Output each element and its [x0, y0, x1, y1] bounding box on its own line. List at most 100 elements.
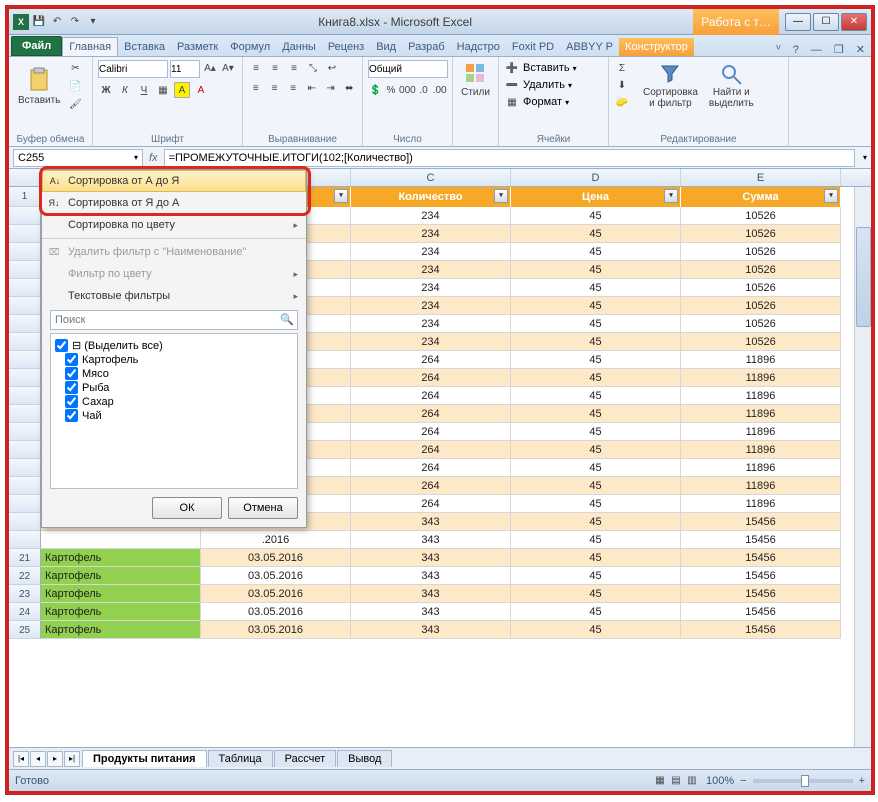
currency-icon[interactable]: 💲 [368, 82, 382, 98]
filter-checkbox-item[interactable]: Рыба [65, 381, 293, 394]
wrap-text-icon[interactable]: ↩ [324, 60, 340, 76]
cell-sum[interactable]: 15456 [681, 567, 841, 585]
cell-sum[interactable]: 10526 [681, 279, 841, 297]
row-header[interactable]: 24 [9, 603, 41, 621]
cell-qty[interactable]: 264 [351, 423, 511, 441]
cell-price[interactable]: 45 [511, 315, 681, 333]
minimize-button[interactable]: — [785, 13, 811, 31]
cell-sum[interactable]: 11896 [681, 351, 841, 369]
tab-addins[interactable]: Надстро [451, 38, 506, 56]
cell-price[interactable]: 45 [511, 603, 681, 621]
filter-checkbox-item[interactable]: ⊟ (Выделить все) [55, 339, 293, 352]
cell-price[interactable]: 45 [511, 495, 681, 513]
merge-icon[interactable]: ⬌ [341, 80, 357, 96]
row-header[interactable] [9, 387, 41, 405]
cell-date[interactable]: 03.05.2016 [201, 549, 351, 567]
table-row[interactable]: 22Картофель03.05.20163434515456 [9, 567, 871, 585]
tab-layout[interactable]: Разметк [171, 38, 224, 56]
cell-price[interactable]: 45 [511, 477, 681, 495]
bold-button[interactable]: Ж [98, 82, 114, 98]
cell-price[interactable]: 45 [511, 243, 681, 261]
number-format-combo[interactable] [368, 60, 448, 78]
cell-price[interactable]: 45 [511, 207, 681, 225]
styles-button[interactable]: Стили [458, 60, 493, 100]
cell-sum[interactable]: 11896 [681, 405, 841, 423]
table-row[interactable]: 24Картофель03.05.20163434515456 [9, 603, 871, 621]
cell-qty[interactable]: 343 [351, 585, 511, 603]
align-left-icon[interactable]: ≡ [248, 80, 264, 96]
cell-qty[interactable]: 234 [351, 279, 511, 297]
cell-price[interactable]: 45 [511, 225, 681, 243]
cell-qty[interactable]: 343 [351, 621, 511, 639]
cell-qty[interactable]: 343 [351, 549, 511, 567]
cell-qty[interactable]: 264 [351, 387, 511, 405]
cell-sum[interactable]: 10526 [681, 333, 841, 351]
row-header[interactable] [9, 459, 41, 477]
row-header[interactable]: 25 [9, 621, 41, 639]
table-row[interactable]: 23Картофель03.05.20163434515456 [9, 585, 871, 603]
paste-button[interactable]: Вставить [14, 64, 64, 108]
align-top-icon[interactable]: ≡ [248, 60, 264, 76]
cells-delete-button[interactable]: ➖Удалить▾ [504, 77, 603, 93]
fill-icon[interactable]: ⬇ [614, 78, 630, 94]
cell-price[interactable]: 45 [511, 387, 681, 405]
cell-qty[interactable]: 234 [351, 261, 511, 279]
table-row[interactable]: .20163434515456 [9, 531, 871, 549]
autosum-icon[interactable]: Σ [614, 61, 630, 77]
fill-color-button[interactable]: A [174, 82, 190, 98]
name-box[interactable]: C255▾ [13, 149, 143, 167]
cell-qty[interactable]: 264 [351, 459, 511, 477]
cell-sum[interactable]: 15456 [681, 621, 841, 639]
cells-insert-button[interactable]: ➕Вставить▾ [504, 60, 603, 76]
col-header-d[interactable]: D [511, 169, 681, 186]
help-icon[interactable]: ? [787, 44, 805, 56]
tab-view[interactable]: Вид [370, 38, 402, 56]
border-button[interactable]: ▦ [155, 82, 171, 98]
cell-price[interactable]: 45 [511, 261, 681, 279]
row-header[interactable] [9, 495, 41, 513]
align-bottom-icon[interactable]: ≡ [286, 60, 302, 76]
cell-sum[interactable]: 10526 [681, 297, 841, 315]
tab-constructor[interactable]: Конструктор [619, 38, 694, 56]
row-header[interactable] [9, 513, 41, 531]
copy-icon[interactable]: 📄 [67, 78, 83, 94]
cell-date[interactable]: .2016 [201, 531, 351, 549]
workbook-minimize-icon[interactable]: — [805, 44, 828, 56]
cell-sum[interactable]: 10526 [681, 207, 841, 225]
row-header[interactable] [9, 279, 41, 297]
select-all-corner[interactable] [9, 169, 41, 186]
sort-color-item[interactable]: Сортировка по цвету▸ [42, 214, 306, 236]
tab-developer[interactable]: Разраб [402, 38, 451, 56]
cell-sum[interactable]: 11896 [681, 459, 841, 477]
filter-button-qty[interactable]: ▾ [494, 189, 508, 203]
filter-values-list[interactable]: ⊟ (Выделить все) Картофель Мясо Рыба Сах… [50, 333, 298, 489]
row-header[interactable]: 22 [9, 567, 41, 585]
maximize-button[interactable]: ☐ [813, 13, 839, 31]
cell-price[interactable]: 45 [511, 423, 681, 441]
comma-icon[interactable]: 000 [399, 82, 415, 98]
ribbon-minimize-icon[interactable]: ⱽ [770, 43, 787, 56]
filter-checkbox[interactable] [65, 381, 78, 394]
undo-icon[interactable]: ↶ [49, 14, 65, 30]
zoom-in-button[interactable]: + [859, 775, 865, 787]
indent-dec-icon[interactable]: ⇤ [304, 80, 320, 96]
align-middle-icon[interactable]: ≡ [267, 60, 283, 76]
cell-price[interactable]: 45 [511, 549, 681, 567]
cell-price[interactable]: 45 [511, 441, 681, 459]
filter-checkbox-item[interactable]: Мясо [65, 367, 293, 380]
filter-checkbox[interactable] [65, 409, 78, 422]
row-header[interactable] [9, 297, 41, 315]
qat-dropdown-icon[interactable]: ▾ [85, 14, 101, 30]
worksheet-grid[interactable]: A B C D E 1 Наименование▾ Дата▾ Количест… [9, 169, 871, 755]
find-select-button[interactable]: Найти и выделить [705, 60, 758, 111]
sheet-nav-first[interactable]: |◂ [13, 751, 29, 767]
filter-button-price[interactable]: ▾ [664, 189, 678, 203]
save-icon[interactable]: 💾 [31, 14, 47, 30]
row-header[interactable] [9, 243, 41, 261]
cell-qty[interactable]: 264 [351, 405, 511, 423]
cell-sum[interactable]: 11896 [681, 477, 841, 495]
sheet-tab-4[interactable]: Вывод [337, 750, 392, 767]
font-size-combo[interactable] [170, 60, 200, 78]
close-button[interactable]: ✕ [841, 13, 867, 31]
sort-za-item[interactable]: Я↓ Сортировка от Я до А [42, 192, 306, 214]
